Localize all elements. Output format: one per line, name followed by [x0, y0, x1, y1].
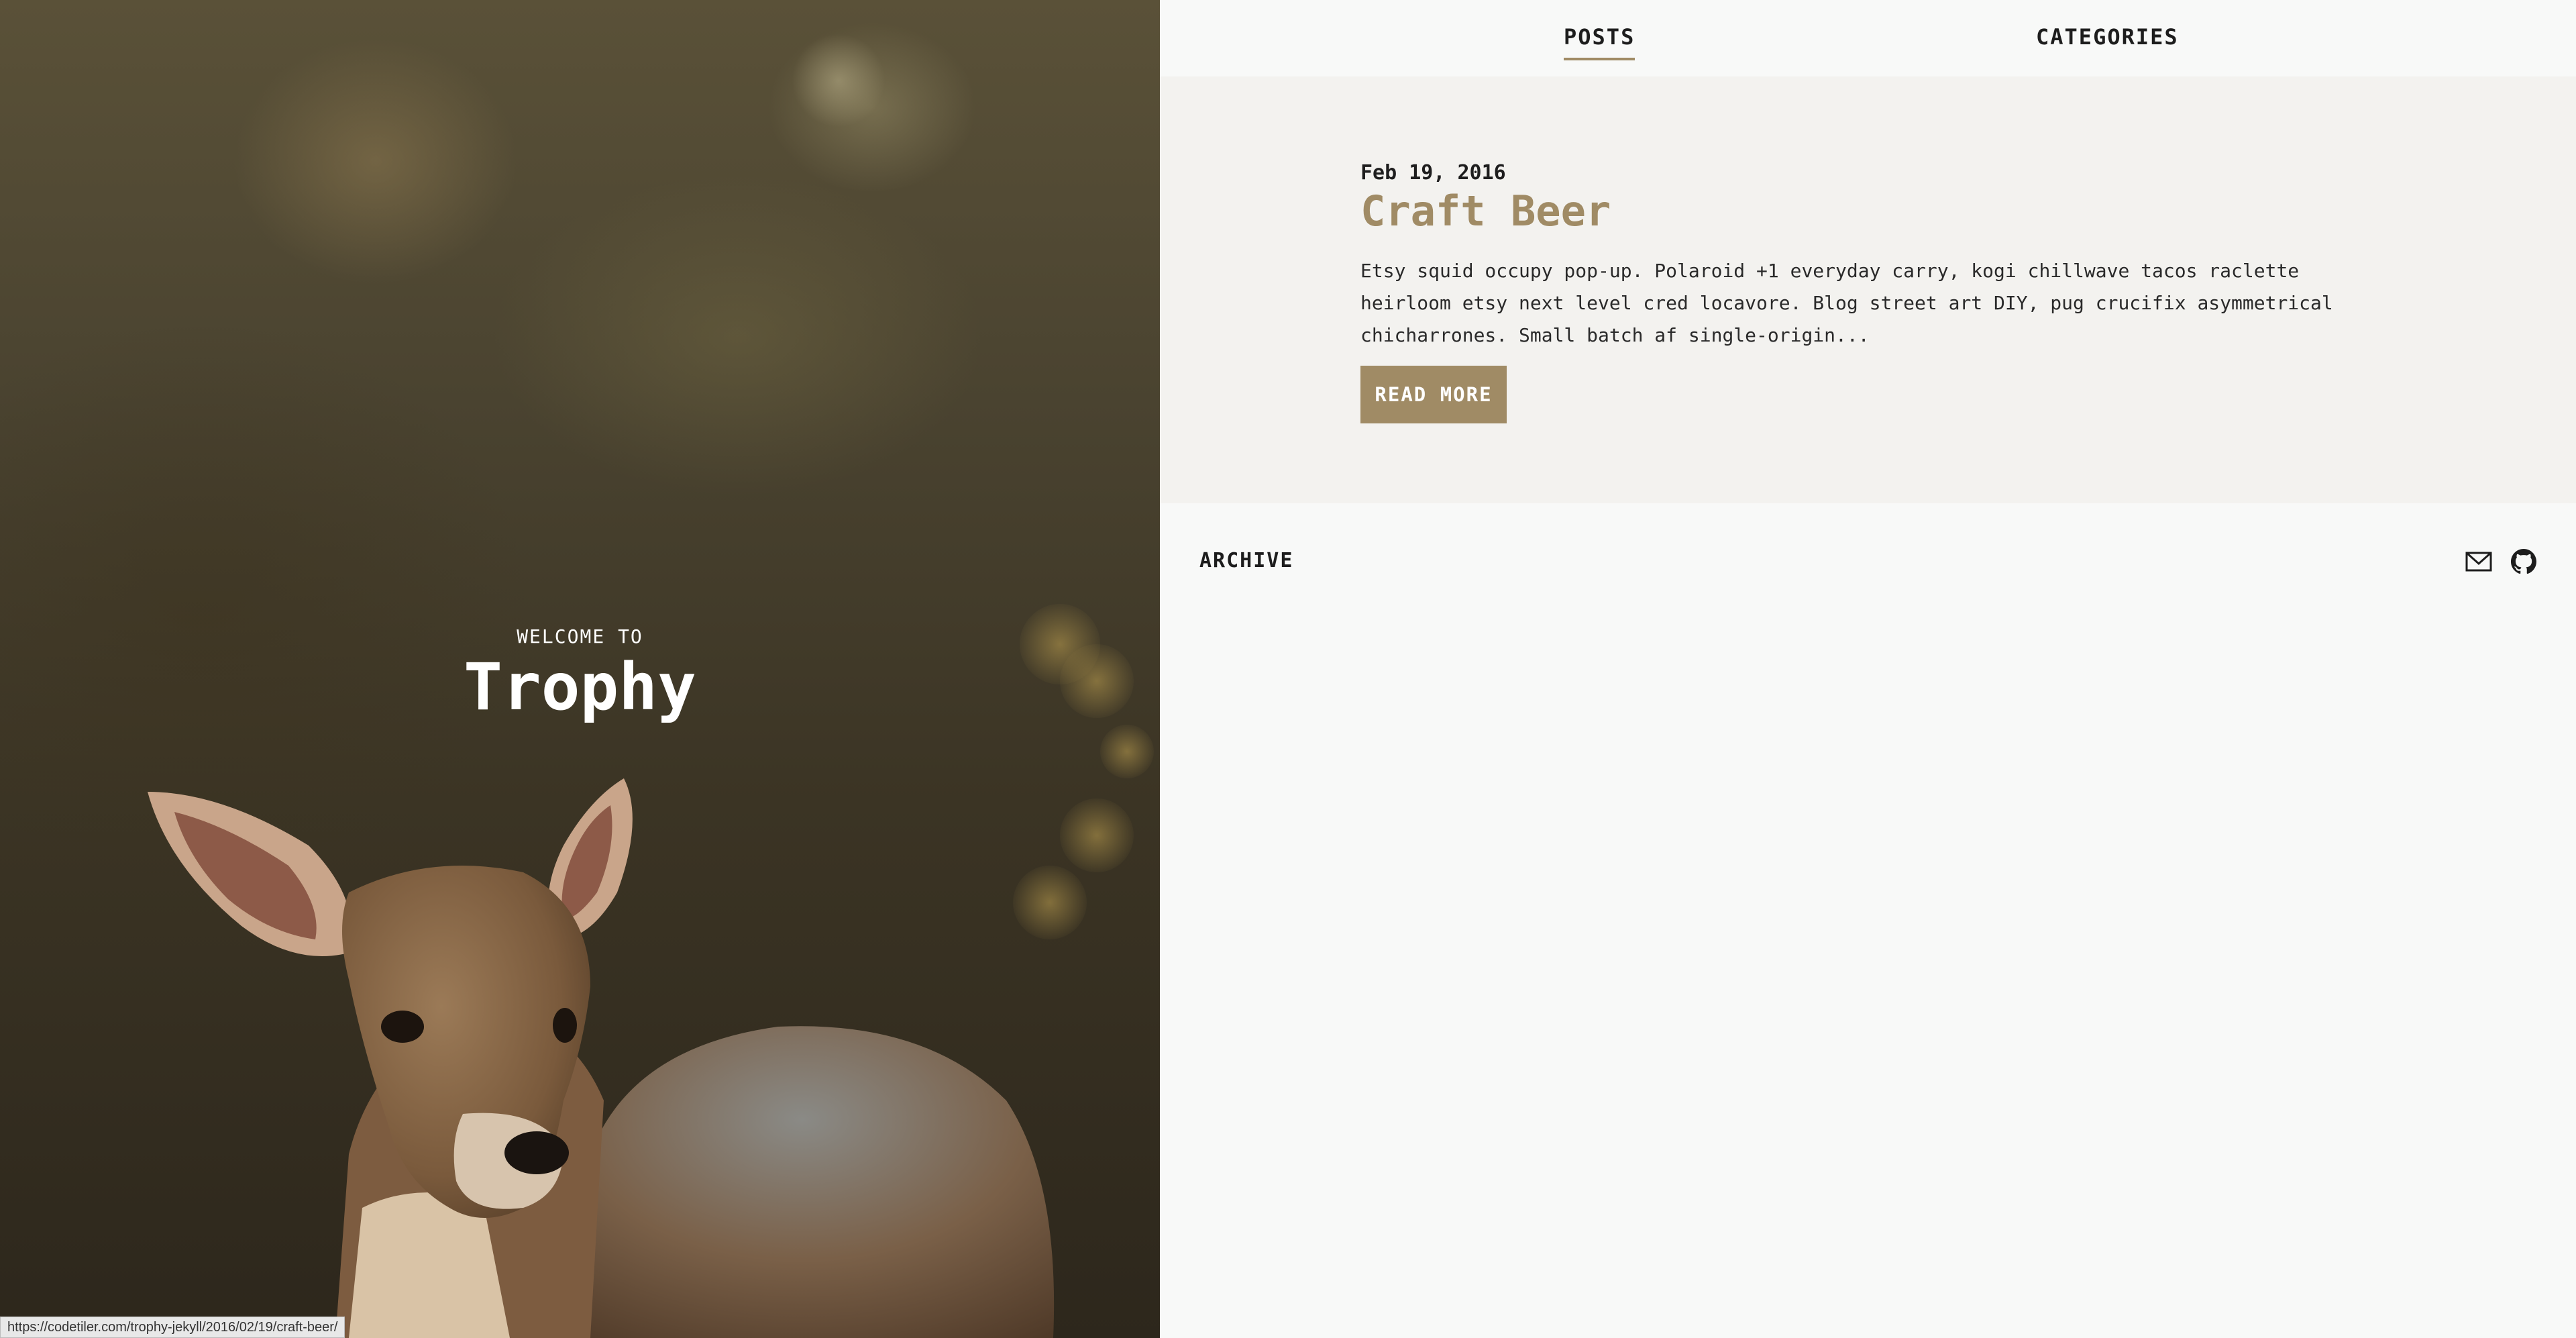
status-url: https://codetiler.com/trophy-jekyll/2016… [0, 1317, 345, 1338]
read-more-button[interactable]: READ MORE [1360, 366, 1507, 423]
post-card: Feb 19, 2016 Craft Beer Etsy squid occup… [1160, 76, 2576, 503]
post-excerpt: Etsy squid occupy pop-up. Polaroid +1 ev… [1360, 260, 2333, 346]
post-title[interactable]: Craft Beer [1360, 187, 1611, 236]
site-title[interactable]: Trophy [0, 650, 1160, 725]
content-panel: POSTS CATEGORIES Feb 19, 2016 Craft Beer… [1160, 0, 2576, 1338]
post-date: Feb 19, 2016 [1360, 161, 1506, 185]
nav-categories[interactable]: CATEGORIES [2036, 24, 2179, 50]
top-nav: POSTS CATEGORIES [1160, 0, 2576, 76]
hero-panel: WELCOME TO Trophy https://codetiler.com/… [0, 0, 1160, 1338]
archive-link[interactable]: ARCHIVE [1199, 549, 1293, 572]
hero-welcome: WELCOME TO [517, 625, 643, 648]
github-icon[interactable] [2511, 549, 2538, 574]
mail-icon[interactable] [2465, 549, 2492, 574]
nav-posts[interactable]: POSTS [1564, 24, 1635, 60]
